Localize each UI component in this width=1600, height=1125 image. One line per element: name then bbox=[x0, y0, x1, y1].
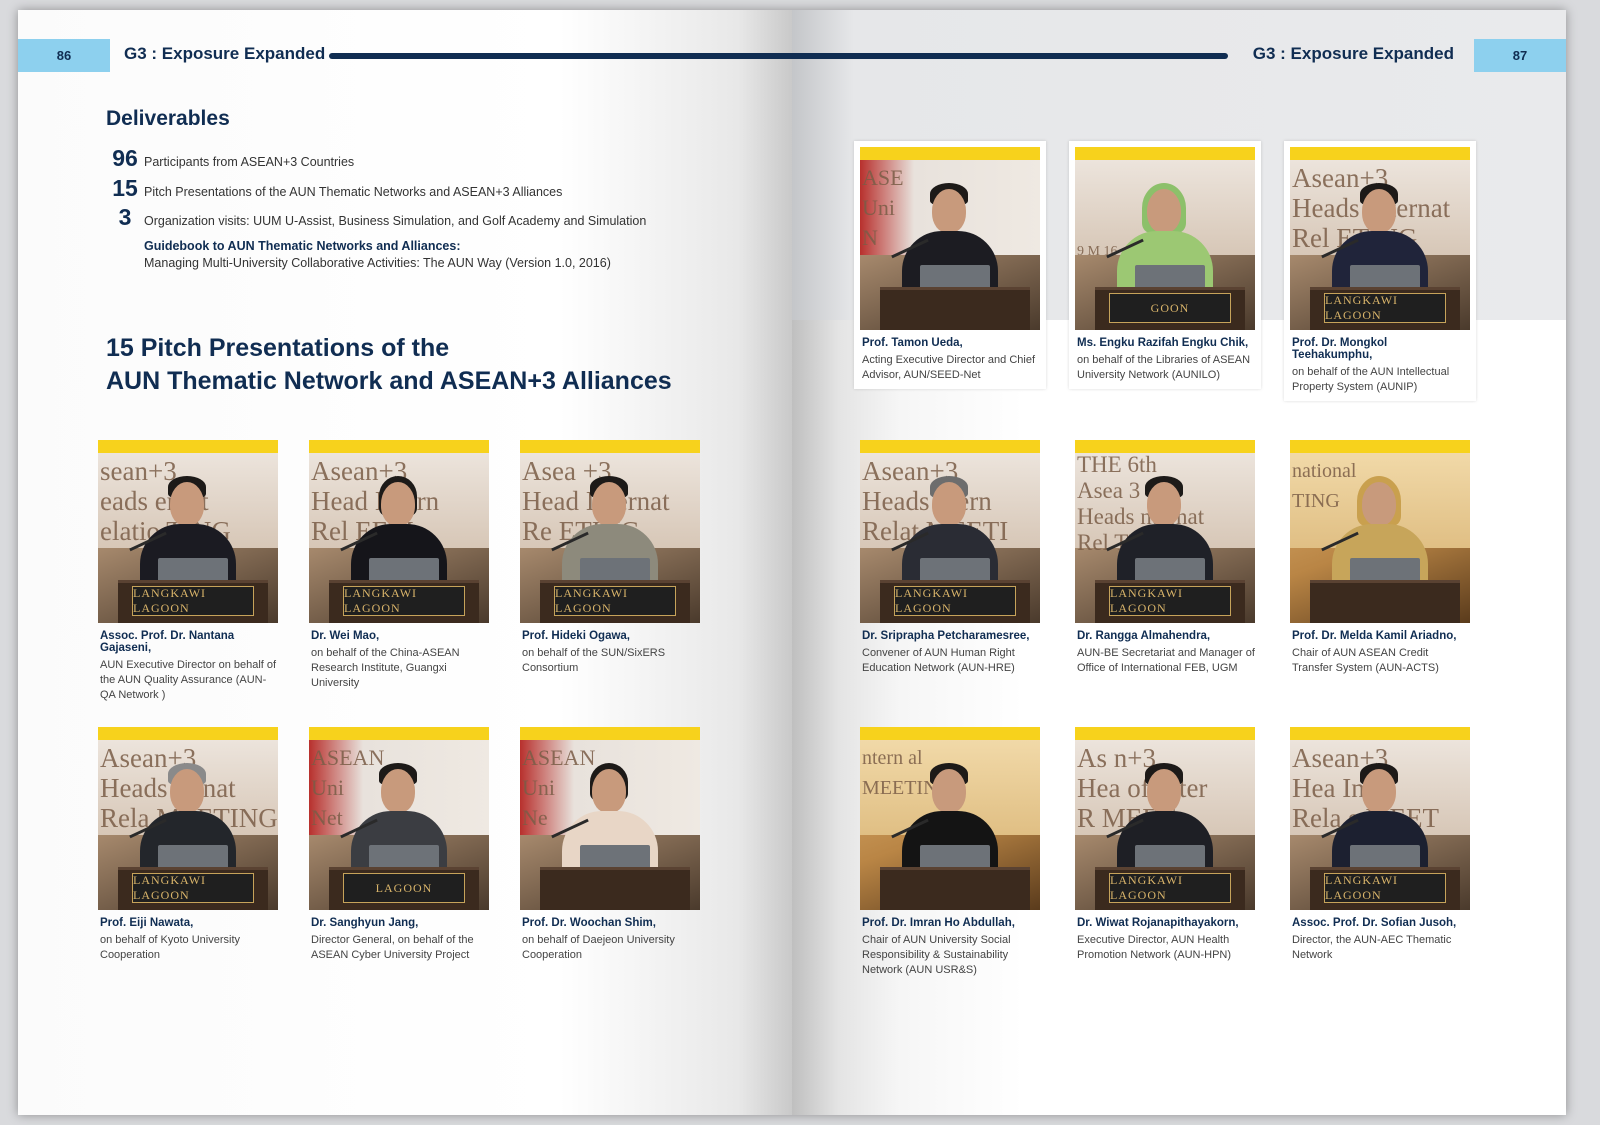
presenter-description: Chair of AUN ASEAN Credit Transfer Syste… bbox=[1292, 647, 1439, 674]
presenter-description: on behalf of the AUN Intellectual Proper… bbox=[1292, 366, 1450, 393]
presenter-card: ntern al MEETIN Prof. Dr. Imran Ho Abdul… bbox=[860, 727, 1040, 978]
podium-sign: LANGKAWI LAGOON bbox=[1109, 586, 1231, 616]
presenter-name: Prof. Tamon Ueda, bbox=[862, 337, 963, 349]
header-rule bbox=[792, 53, 1228, 59]
presenter-description: Director, the AUN-AEC Thematic Network bbox=[1292, 934, 1452, 961]
presenter-card: Asean+3 Heads ntern Relat MEETI LANGKAWI… bbox=[860, 440, 1040, 676]
deliverable-item: 3 Organization visits: UUM U-Assist, Bus… bbox=[106, 204, 647, 231]
podium-sign: LANGKAWI LAGOON bbox=[343, 586, 465, 616]
presenter-name: Prof. Hideki Ogawa, bbox=[522, 630, 630, 642]
guidebook-title: Guidebook to AUN Thematic Networks and A… bbox=[144, 239, 461, 253]
presenter-photo: As n+3 Hea of Inter R MEET LANGKAWI LAGO… bbox=[1075, 727, 1255, 910]
podium-sign: LANGKAWI LAGOON bbox=[132, 873, 254, 903]
presenter-photo: Asea +3 Head Internat Re ETING LANGKAWI … bbox=[520, 440, 700, 623]
presenter-card: THE 6th Asea 3 Heads nternat Rel TING LA… bbox=[1075, 440, 1255, 676]
deliverable-item: 96 Participants from ASEAN+3 Countries bbox=[106, 145, 354, 172]
deliverable-text: Pitch Presentations of the AUN Thematic … bbox=[144, 185, 563, 199]
deliverables-title: Deliverables bbox=[106, 107, 230, 130]
deliverable-item: 15 Pitch Presentations of the AUN Themat… bbox=[106, 175, 562, 202]
presenter-photo: Asean+3 Heads ternat Rela MEETING LANGKA… bbox=[98, 727, 278, 910]
presenter-photo: ntern al MEETIN bbox=[860, 727, 1040, 910]
presenter-card: ASE Uni N Prof. Tamon Ueda, Acting Execu… bbox=[854, 141, 1046, 389]
presenter-photo: ASEAN Uni Ne bbox=[520, 727, 700, 910]
banner-text: ASE Uni N bbox=[862, 165, 904, 250]
deliverable-number: 3 bbox=[118, 204, 132, 230]
presenter-card: 9 M 16 GOON Ms. Engku Razifah Engku Chik… bbox=[1069, 141, 1261, 389]
presenter-card: ASEAN Uni Net LAGOON Dr. Sanghyun Jang, … bbox=[309, 727, 489, 963]
presenter-description: on behalf of the China-ASEAN Research In… bbox=[311, 647, 460, 689]
presenter-photo: national TING bbox=[1290, 440, 1470, 623]
presenter-card: As n+3 Hea of Inter R MEET LANGKAWI LAGO… bbox=[1075, 727, 1255, 963]
deliverable-text: Organization visits: UUM U-Assist, Busin… bbox=[144, 214, 647, 228]
presenter-name: Dr. Rangga Almahendra, bbox=[1077, 630, 1211, 642]
right-page: G3 : Exposure Expanded 87 ASE Uni N Prof… bbox=[792, 10, 1566, 1115]
presenter-description: Executive Director, AUN Health Promotion… bbox=[1077, 934, 1232, 961]
header-rule bbox=[329, 53, 792, 59]
presenter-photo: ASE Uni N bbox=[860, 147, 1040, 330]
presenter-name: Prof. Dr. Woochan Shim, bbox=[522, 917, 656, 929]
podium-sign: GOON bbox=[1109, 293, 1231, 323]
presenter-photo: ASEAN Uni Net LAGOON bbox=[309, 727, 489, 910]
presenter-description: Acting Executive Director and Chief Advi… bbox=[862, 354, 1036, 381]
left-page: 86 G3 : Exposure Expanded Deliverables 9… bbox=[18, 10, 792, 1115]
header-title: G3 : Exposure Expanded bbox=[124, 44, 326, 63]
page-number: 87 bbox=[1474, 39, 1566, 72]
presenter-name: Assoc. Prof. Dr. Sofian Jusoh, bbox=[1292, 917, 1457, 929]
presenter-description: on behalf of the Libraries of ASEAN Univ… bbox=[1077, 354, 1251, 381]
presenter-name: Dr. Sanghyun Jang, bbox=[311, 917, 419, 929]
presenter-photo: Asean+3 Heads Internat Rel ETING LANGKAW… bbox=[1290, 147, 1470, 330]
deliverable-text: Participants from ASEAN+3 Countries bbox=[144, 155, 355, 169]
podium-sign: LANGKAWI LAGOON bbox=[894, 586, 1016, 616]
podium-sign: LANGKAWI LAGOON bbox=[554, 586, 676, 616]
podium-sign: LANGKAWI LAGOON bbox=[1109, 873, 1231, 903]
podium-sign: LAGOON bbox=[343, 873, 465, 903]
presenter-description: Director General, on behalf of the ASEAN… bbox=[311, 934, 474, 961]
presenter-description: Convener of AUN Human Right Education Ne… bbox=[862, 647, 1015, 674]
presenter-name: Ms. Engku Razifah Engku Chik, bbox=[1077, 337, 1249, 349]
presenter-card: Asea +3 Head Internat Re ETING LANGKAWI … bbox=[520, 440, 700, 676]
presenter-name: Dr. Wei Mao, bbox=[311, 630, 380, 642]
presenter-card: Asean+3 Heads ternat Rela MEETING LANGKA… bbox=[98, 727, 278, 963]
presenter-card: Asean+3 Heads Internat Rel ETING LANGKAW… bbox=[1284, 141, 1476, 401]
presenter-card: ASEAN Uni Ne Prof. Dr. Woochan Shim, on … bbox=[520, 727, 700, 963]
presenter-description: AUN-BE Secretariat and Manager of Office… bbox=[1077, 647, 1255, 674]
presenter-name: Dr. Sriprapha Petcharamesree, bbox=[862, 630, 1030, 642]
presenter-card: Asean+3 Hea Inter Rela s MEET LANGKAWI L… bbox=[1290, 727, 1470, 963]
presenter-photo: Asean+3 Head Intern Rel EETI LANGKAWI LA… bbox=[309, 440, 489, 623]
presenter-name: Prof. Eiji Nawata, bbox=[100, 917, 194, 929]
presenter-description: on behalf of the SUN/SixERS Consortium bbox=[522, 647, 666, 674]
header-title: G3 : Exposure Expanded bbox=[1252, 44, 1454, 63]
presenter-description: Chair of AUN University Social Responsib… bbox=[862, 934, 1011, 976]
presenter-card: national TING Prof. Dr. Melda Kamil Aria… bbox=[1290, 440, 1470, 676]
section-title-line: AUN Thematic Network and ASEAN+3 Allianc… bbox=[106, 367, 672, 395]
banner-text: ntern al MEETIN bbox=[862, 747, 938, 799]
section-title: 15 Pitch Presentations of the AUN Themat… bbox=[106, 332, 672, 398]
presenter-card: Asean+3 Head Intern Rel EETI LANGKAWI LA… bbox=[309, 440, 489, 691]
presenter-name: Prof. Dr. Melda Kamil Ariadno, bbox=[1292, 630, 1457, 642]
presenter-name: Prof. Dr. Imran Ho Abdullah, bbox=[862, 917, 1015, 929]
presenter-name: Assoc. Prof. Dr. Nantana Gajaseni, bbox=[100, 630, 235, 654]
book-spread: 86 G3 : Exposure Expanded Deliverables 9… bbox=[18, 10, 1566, 1115]
guidebook-subtitle: Managing Multi-University Collaborative … bbox=[144, 256, 611, 270]
deliverable-number: 15 bbox=[112, 175, 138, 201]
presenter-name: Dr. Wiwat Rojanapithayakorn, bbox=[1077, 917, 1239, 929]
presenter-photo: sean+3 eads ernat elatio TING LANGKAWI L… bbox=[98, 440, 278, 623]
presenter-description: on behalf of Kyoto University Cooperatio… bbox=[100, 934, 241, 961]
deliverable-number: 96 bbox=[112, 145, 138, 171]
section-title-line: 15 Pitch Presentations of the bbox=[106, 334, 450, 362]
presenter-photo: THE 6th Asea 3 Heads nternat Rel TING LA… bbox=[1075, 440, 1255, 623]
page-number: 86 bbox=[18, 39, 110, 72]
presenter-photo: Asean+3 Hea Inter Rela s MEET LANGKAWI L… bbox=[1290, 727, 1470, 910]
banner-text: national TING bbox=[1292, 460, 1357, 512]
presenter-photo: Asean+3 Heads ntern Relat MEETI LANGKAWI… bbox=[860, 440, 1040, 623]
podium-sign: LANGKAWI LAGOON bbox=[1324, 293, 1446, 323]
podium-sign: LANGKAWI LAGOON bbox=[132, 586, 254, 616]
presenter-photo: 9 M 16 GOON bbox=[1075, 147, 1255, 330]
guidebook-note: Guidebook to AUN Thematic Networks and A… bbox=[144, 238, 611, 272]
presenter-description: AUN Executive Director on behalf of the … bbox=[100, 659, 277, 701]
presenter-description: on behalf of Daejeon University Cooperat… bbox=[522, 934, 675, 961]
presenter-name: Prof. Dr. Mongkol Teehakumphu, bbox=[1292, 337, 1388, 361]
presenter-card: sean+3 eads ernat elatio TING LANGKAWI L… bbox=[98, 440, 278, 703]
podium-sign: LANGKAWI LAGOON bbox=[1324, 873, 1446, 903]
